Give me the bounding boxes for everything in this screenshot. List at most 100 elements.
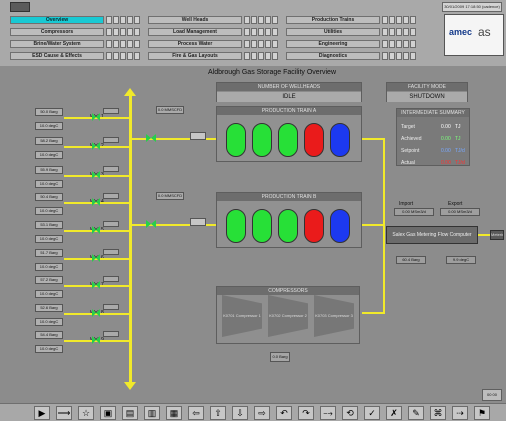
toolbar-button[interactable]: ▤ bbox=[122, 406, 138, 420]
status-panel-title: NUMBER OF WELLHEADS bbox=[217, 83, 361, 91]
nav-diagnostics[interactable]: Diagnostics bbox=[286, 52, 380, 60]
nav-status-cell bbox=[120, 40, 126, 48]
nav-status-cell bbox=[113, 28, 119, 36]
compressor-discharge: 0.0 Barg bbox=[270, 352, 290, 362]
nav-status-cell bbox=[258, 16, 264, 24]
toolbar-button[interactable]: ⟲ bbox=[342, 406, 358, 420]
production-vessel[interactable] bbox=[226, 209, 246, 243]
train-inlet-valve[interactable] bbox=[146, 134, 156, 142]
production-vessel[interactable] bbox=[278, 209, 298, 243]
train-outlet-line bbox=[362, 224, 384, 226]
nav-status-cell bbox=[258, 40, 264, 48]
well-temp: 10.0 degC bbox=[35, 318, 63, 326]
well-valve-tag bbox=[103, 331, 119, 337]
nav-status-cell bbox=[258, 52, 264, 60]
facility-mode-value: SHUTDOWN bbox=[387, 92, 467, 102]
nav-compressors[interactable]: Compressors bbox=[10, 28, 104, 36]
well-valve-tag bbox=[103, 193, 119, 199]
toolbar-button[interactable]: ⇢ bbox=[452, 406, 468, 420]
toolbar-button[interactable]: ▥ bbox=[144, 406, 160, 420]
well-valve-tag bbox=[103, 276, 119, 282]
nav-status-cell bbox=[265, 40, 271, 48]
toolbar-button[interactable]: ⚑ bbox=[474, 406, 490, 420]
toolbar-button[interactable]: ⇦ bbox=[188, 406, 204, 420]
nav-fire-gas-layouts[interactable]: Fire & Gas Layouts bbox=[148, 52, 242, 60]
well-pressure: 50.4 Barg bbox=[35, 193, 63, 201]
metering-flow-computer[interactable]: Salex Gas Metering Flow Computer bbox=[386, 226, 478, 244]
nav-status-cell bbox=[127, 52, 133, 60]
production-vessel[interactable] bbox=[226, 123, 246, 157]
toolbar-button[interactable]: ✎ bbox=[408, 406, 424, 420]
nav-status-cell bbox=[389, 40, 395, 48]
train-inlet-tag bbox=[190, 132, 206, 140]
production-vessel[interactable] bbox=[330, 209, 350, 243]
well-valve-tag bbox=[103, 249, 119, 255]
well-temp: 10.0 degC bbox=[35, 235, 63, 243]
summary-unit: TJ/d bbox=[455, 160, 465, 166]
metering-destination[interactable]: Metering bbox=[490, 230, 504, 240]
compressor-label: K0703 Compressor 3 bbox=[315, 313, 353, 318]
nav-utilities[interactable]: Utilities bbox=[286, 28, 380, 36]
production-train-title: PRODUCTION TRAIN B bbox=[217, 193, 361, 201]
nav-status-cell bbox=[265, 28, 271, 36]
toolbar-button[interactable]: ▣ bbox=[100, 406, 116, 420]
nav-status-cell bbox=[251, 40, 257, 48]
nav-process-water[interactable]: Process Water bbox=[148, 40, 242, 48]
well-pressure: 50.0 Barg bbox=[35, 108, 63, 116]
nav-brine-water-system[interactable]: Brine/Water System bbox=[10, 40, 104, 48]
nav-status-cell bbox=[403, 28, 409, 36]
toolbar-button[interactable]: ⇩ bbox=[232, 406, 248, 420]
production-vessel[interactable] bbox=[252, 123, 272, 157]
compressor-outlet-line bbox=[362, 312, 384, 314]
nav-status-cell bbox=[272, 40, 278, 48]
nav-status-cell bbox=[113, 52, 119, 60]
nav-status-cell bbox=[244, 16, 250, 24]
nav-status-cell bbox=[410, 16, 416, 24]
toolbar-button[interactable]: ⇨ bbox=[254, 406, 270, 420]
metering-pressure: 60.4 Barg bbox=[396, 256, 426, 264]
production-vessel[interactable] bbox=[330, 123, 350, 157]
toolbar-button[interactable]: ✗ bbox=[386, 406, 402, 420]
nav-status-cell bbox=[244, 52, 250, 60]
toolbar-button[interactable]: ⟶ bbox=[56, 406, 72, 420]
production-train-title: PRODUCTION TRAIN A bbox=[217, 107, 361, 115]
compressor-label: K0701 Compressor 1 bbox=[223, 313, 261, 318]
bottom-right-indicator: 00 00 bbox=[482, 389, 502, 401]
nav-production-trains[interactable]: Production Trains bbox=[286, 16, 380, 24]
summary-unit: TJ/d bbox=[455, 148, 465, 154]
well-temp: 10.0 degC bbox=[35, 263, 63, 271]
summary-label: Actual bbox=[401, 160, 415, 166]
toolbar-button[interactable]: ⤍ bbox=[320, 406, 336, 420]
production-vessel[interactable] bbox=[304, 209, 324, 243]
well-temp: 10.0 degC bbox=[35, 345, 63, 353]
toolbar-button[interactable]: ▦ bbox=[166, 406, 182, 420]
amec-logo-text: amec bbox=[449, 27, 473, 37]
production-vessel[interactable] bbox=[252, 209, 272, 243]
nav-status-cell bbox=[106, 40, 112, 48]
nav-status-cell bbox=[120, 16, 126, 24]
production-vessel[interactable] bbox=[304, 123, 324, 157]
nav-load-management[interactable]: Load Management bbox=[148, 28, 242, 36]
toolbar-button[interactable]: ↶ bbox=[276, 406, 292, 420]
nav-well-heads[interactable]: Well Heads bbox=[148, 16, 242, 24]
production-vessel[interactable] bbox=[278, 123, 298, 157]
summary-label: Target bbox=[401, 124, 415, 130]
nav-esd-cause-effects[interactable]: ESD Cause & Effects bbox=[10, 52, 104, 60]
toolbar-button[interactable]: ⌘ bbox=[430, 406, 446, 420]
nav-status-cell bbox=[410, 40, 416, 48]
nav-status-cell bbox=[251, 52, 257, 60]
nav-engineering[interactable]: Engineering bbox=[286, 40, 380, 48]
export-header bbox=[383, 138, 385, 314]
toolbar-button[interactable]: ⇧ bbox=[210, 406, 226, 420]
well-pressure: 53.1 Barg bbox=[35, 221, 63, 229]
well-valve-tag bbox=[103, 304, 119, 310]
train-inlet-valve[interactable] bbox=[146, 220, 156, 228]
nav-status-cell bbox=[258, 28, 264, 36]
toolbar-button[interactable]: ▶ bbox=[34, 406, 50, 420]
toolbar-button[interactable]: ↷ bbox=[298, 406, 314, 420]
nav-status-cell bbox=[251, 28, 257, 36]
toolbar-button[interactable]: ☆ bbox=[78, 406, 94, 420]
window-icon[interactable] bbox=[10, 2, 30, 12]
nav-overview[interactable]: Overview bbox=[10, 16, 104, 24]
toolbar-button[interactable]: ✓ bbox=[364, 406, 380, 420]
